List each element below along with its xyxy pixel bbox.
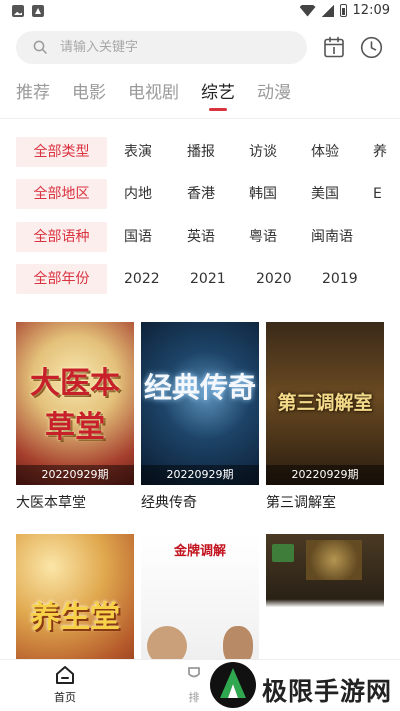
filter-option[interactable]: 2022 — [124, 264, 160, 294]
poster-title-art: 大医本草堂 — [30, 366, 120, 445]
show-card[interactable]: 大医本草堂 20220929期 大医本草堂 — [16, 322, 134, 517]
host-portrait — [147, 626, 187, 659]
filter-option[interactable]: 2020 — [256, 264, 292, 294]
divider — [0, 118, 400, 119]
filter-row-year: 全部年份 2022 2021 2020 2019 — [0, 264, 400, 294]
home-icon — [56, 666, 74, 684]
filter-option[interactable]: 2021 — [190, 264, 226, 294]
show-card[interactable]: 经典传奇 20220929期 经典传奇 — [141, 322, 259, 517]
filter-option[interactable]: 养 — [373, 137, 387, 167]
show-card[interactable]: 金牌调解 — [141, 534, 259, 659]
gallery-notification-icon — [12, 5, 24, 17]
active-tab-indicator — [209, 108, 227, 111]
filter-option[interactable]: 韩国 — [249, 179, 277, 209]
signal-icon — [321, 4, 334, 17]
show-poster[interactable]: 第三调解室 20220929期 — [266, 322, 384, 485]
watermark-logo-icon — [210, 662, 256, 708]
filter-row-type: 全部类型 表演 播报 访谈 体验 养 — [0, 137, 400, 167]
poster-title-art: 养生堂 — [30, 600, 120, 635]
filter-language-all[interactable]: 全部语种 — [16, 222, 107, 252]
filter-option[interactable]: 英语 — [187, 222, 215, 252]
filter-option[interactable]: 国语 — [124, 222, 152, 252]
filter-option[interactable]: 美国 — [311, 179, 339, 209]
show-poster[interactable]: 经典传奇 20220929期 — [141, 322, 259, 485]
battery-icon — [339, 4, 347, 17]
filter-option[interactable]: 体验 — [311, 137, 339, 167]
nav-home-label: 首页 — [54, 691, 76, 704]
search-input[interactable]: 请输入关键字 — [60, 31, 138, 64]
filter-year-all[interactable]: 全部年份 — [16, 264, 107, 294]
calendar-icon[interactable] — [323, 36, 345, 58]
tab-anime[interactable]: 动漫 — [257, 80, 291, 106]
status-bar: 12:09 — [0, 0, 400, 24]
search-icon — [33, 40, 47, 54]
filter-option[interactable]: 表演 — [124, 137, 152, 167]
channel-logo-icon — [272, 544, 294, 562]
filter-option[interactable]: 粤语 — [249, 222, 277, 252]
show-poster[interactable]: 金牌调解 — [141, 534, 259, 659]
filter-option[interactable]: 2019 — [322, 264, 358, 294]
poster-title-art: 金牌调解 — [173, 544, 226, 559]
status-time: 12:09 — [352, 3, 390, 18]
poster-title-art: 第三调解室 — [277, 392, 373, 414]
show-title[interactable]: 大医本草堂 — [16, 492, 86, 512]
tab-recommend[interactable]: 推荐 — [16, 80, 50, 106]
nav-ranking-label: 排 — [188, 691, 200, 704]
filter-option[interactable]: 闽南语 — [311, 222, 353, 252]
tab-tv-series[interactable]: 电视剧 — [128, 80, 179, 106]
show-title[interactable]: 经典传奇 — [141, 492, 197, 512]
ranking-icon — [188, 667, 200, 678]
tab-variety[interactable]: 综艺 — [201, 80, 235, 106]
show-poster[interactable]: 大医本草堂 20220929期 — [16, 322, 134, 485]
history-clock-icon[interactable] — [360, 36, 383, 59]
nav-home[interactable]: 首页 — [45, 664, 85, 705]
show-poster[interactable]: 养生堂 — [16, 534, 134, 659]
filter-region-all[interactable]: 全部地区 — [16, 179, 107, 209]
poster-emblem — [306, 540, 362, 580]
wifi-icon — [299, 4, 316, 17]
app-notification-icon — [32, 5, 44, 17]
poster-title-art: 经典传奇 — [143, 371, 256, 404]
category-tabs: 推荐 电影 电视剧 综艺 动漫 — [0, 80, 400, 114]
filter-option[interactable]: 访谈 — [249, 137, 277, 167]
host-portrait — [223, 626, 253, 659]
episode-label: 20220929期 — [16, 465, 134, 485]
filter-option[interactable]: 播报 — [187, 137, 215, 167]
show-title[interactable]: 第三调解室 — [266, 492, 336, 512]
show-card[interactable] — [266, 534, 384, 659]
filter-option[interactable]: 内地 — [124, 179, 152, 209]
filter-row-region: 全部地区 内地 香港 韩国 美国 E — [0, 179, 400, 209]
watermark-text: 极限手游网 — [262, 677, 393, 706]
tab-movies[interactable]: 电影 — [72, 80, 106, 106]
filter-row-language: 全部语种 国语 英语 粤语 闽南语 — [0, 222, 400, 252]
show-card[interactable]: 第三调解室 20220929期 第三调解室 — [266, 322, 384, 517]
show-poster[interactable] — [266, 534, 384, 659]
filter-type-all[interactable]: 全部类型 — [16, 137, 107, 167]
nav-ranking[interactable]: 排 — [174, 664, 214, 705]
show-card[interactable]: 养生堂 — [16, 534, 134, 659]
episode-label: 20220929期 — [141, 465, 259, 485]
filter-option[interactable]: E — [373, 179, 382, 209]
filter-option[interactable]: 香港 — [187, 179, 215, 209]
episode-label: 20220929期 — [266, 465, 384, 485]
search-bar[interactable]: 请输入关键字 — [16, 31, 307, 64]
